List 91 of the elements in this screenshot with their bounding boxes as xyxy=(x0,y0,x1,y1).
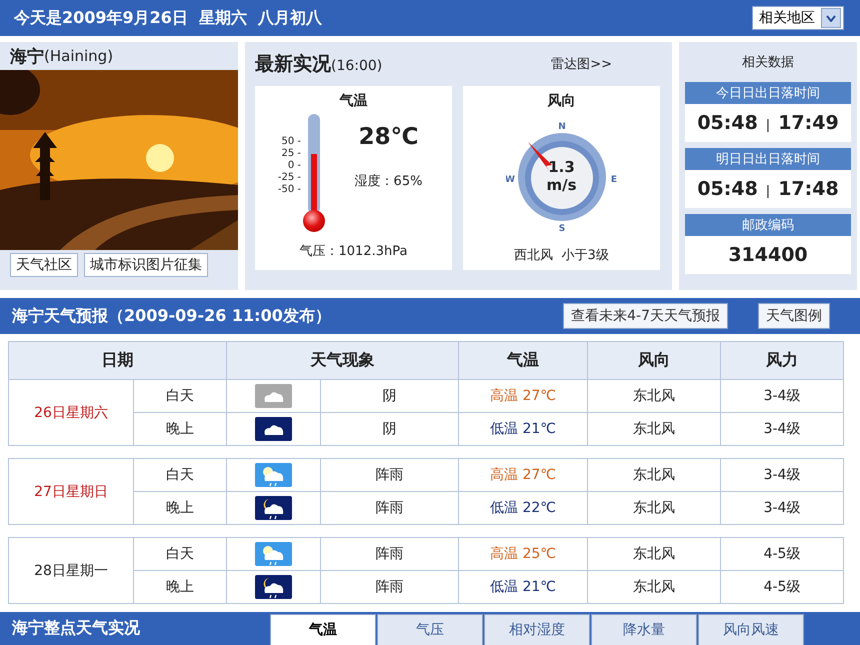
wind-direction-cell: 东北风 xyxy=(588,413,720,445)
period-cell: 白天 xyxy=(134,380,226,412)
city-name: 海宁 xyxy=(10,46,44,68)
city-link[interactable]: 城市标识图片征集 xyxy=(84,253,208,277)
wind-force-cell: 3-4级 xyxy=(721,380,843,412)
hourly-tab[interactable]: 降水量 xyxy=(591,614,697,645)
weather-cell: 阴 xyxy=(321,380,458,412)
current-title: 最新实况 xyxy=(255,52,331,77)
pressure-text: 气压：1012.3hPa xyxy=(300,243,408,260)
scale-label: -25 - xyxy=(276,172,301,184)
separator: | xyxy=(766,184,770,198)
period-cell: 晚上 xyxy=(134,571,226,603)
column-header: 风力 xyxy=(721,342,843,379)
data-label: 邮政编码 xyxy=(685,214,851,236)
hourly-tab[interactable]: 气温 xyxy=(270,614,376,645)
data-label: 明日日出日落时间 xyxy=(685,148,851,170)
hourly-tab[interactable]: 相对湿度 xyxy=(484,614,590,645)
temperature-cell: 低温 21℃ xyxy=(459,413,587,445)
postal-code: 314400 xyxy=(728,244,808,266)
forecast-button[interactable]: 查看未来4-7天天气预报 xyxy=(563,303,728,329)
compass-letter: N xyxy=(558,122,566,132)
column-header: 风向 xyxy=(588,342,720,379)
date-heading: 今天是2009年9月26日 星期六 八月初八 xyxy=(14,8,322,28)
thermometer-icon xyxy=(303,114,325,232)
wind-direction-cell: 东北风 xyxy=(588,459,720,491)
wind-direction-cell: 东北风 xyxy=(588,492,720,524)
sunrise-time: 05:48 xyxy=(697,112,758,134)
sun-cloud-rain-icon xyxy=(255,542,292,566)
current-time: (16:00) xyxy=(331,58,382,74)
caret-icon xyxy=(826,14,836,22)
hourly-title: 海宁整点天气实况 xyxy=(12,618,140,639)
period-cell: 晚上 xyxy=(134,492,226,524)
temperature-cell: 低温 22℃ xyxy=(459,492,587,524)
wind-speed: 1.3 xyxy=(548,158,575,176)
scale-label: -50 - xyxy=(276,184,301,196)
card-title: 风向 xyxy=(548,92,576,110)
cloud-icon xyxy=(255,417,292,441)
date-cell: 27日星期日 xyxy=(9,459,133,524)
sun-cloud-rain-icon xyxy=(255,463,292,487)
column-header: 天气现象 xyxy=(227,342,458,379)
temperature-cell: 低温 21℃ xyxy=(459,571,587,603)
wind-speed-unit: m/s xyxy=(546,176,577,194)
weather-cell: 阵雨 xyxy=(321,538,458,570)
compass-letter: E xyxy=(610,175,617,185)
moon-cloud-rain-icon xyxy=(255,575,292,599)
wind-direction-cell: 东北风 xyxy=(588,571,720,603)
wind-force-cell: 3-4级 xyxy=(721,459,843,491)
wind-direction-cell: 东北风 xyxy=(588,538,720,570)
temperature-cell: 高温 27℃ xyxy=(459,459,587,491)
hourly-tab[interactable]: 风向风速 xyxy=(698,614,804,645)
wind-description: 西北风 小于3级 xyxy=(514,247,609,264)
sunrise-time: 05:48 xyxy=(697,178,758,200)
period-cell: 白天 xyxy=(134,459,226,491)
wind-force-cell: 4-5级 xyxy=(721,571,843,603)
date-cell: 26日星期六 xyxy=(9,380,133,445)
period-cell: 晚上 xyxy=(134,413,226,445)
sunset-time: 17:49 xyxy=(778,112,839,134)
column-header: 日期 xyxy=(9,342,226,379)
city-link[interactable]: 天气社区 xyxy=(10,253,78,277)
compass-letter: S xyxy=(558,224,565,232)
forecast-title: 海宁天气预报（2009-09-26 11:00发布） xyxy=(12,306,331,326)
sunset-time: 17:48 xyxy=(778,178,839,200)
region-dropdown[interactable]: 相关地区 xyxy=(752,6,844,30)
weather-cell: 阵雨 xyxy=(321,492,458,524)
humidity-text: 湿度：65% xyxy=(354,173,422,190)
separator: | xyxy=(766,118,770,132)
scale-label: 0 - xyxy=(286,160,301,172)
related-title: 相关数据 xyxy=(741,54,795,72)
weather-cell: 阵雨 xyxy=(321,571,458,603)
temperature-cell: 高温 27℃ xyxy=(459,380,587,412)
wind-force-cell: 4-5级 xyxy=(721,538,843,570)
temperature-value: 28℃ xyxy=(358,124,418,150)
scale-label: 50 - xyxy=(280,136,301,148)
date-cell: 28日星期一 xyxy=(9,538,133,603)
temperature-cell: 高温 25℃ xyxy=(459,538,587,570)
period-cell: 白天 xyxy=(134,538,226,570)
hourly-tab[interactable]: 气压 xyxy=(377,614,483,645)
moon-cloud-rain-icon xyxy=(255,496,292,520)
weather-cell: 阵雨 xyxy=(321,459,458,491)
scale-label: 25 - xyxy=(280,148,301,160)
wind-direction-cell: 东北风 xyxy=(588,380,720,412)
wind-force-cell: 3-4级 xyxy=(721,413,843,445)
city-name-english: (Haining) xyxy=(44,47,114,65)
radar-link[interactable]: 雷达图>> xyxy=(551,55,612,73)
forecast-button[interactable]: 天气图例 xyxy=(758,303,830,329)
wind-force-cell: 3-4级 xyxy=(721,492,843,524)
column-header: 气温 xyxy=(459,342,587,379)
cloud-icon xyxy=(255,384,292,408)
data-label: 今日日出日落时间 xyxy=(685,82,851,104)
weather-cell: 阴 xyxy=(321,413,458,445)
card-title: 气温 xyxy=(340,92,368,110)
